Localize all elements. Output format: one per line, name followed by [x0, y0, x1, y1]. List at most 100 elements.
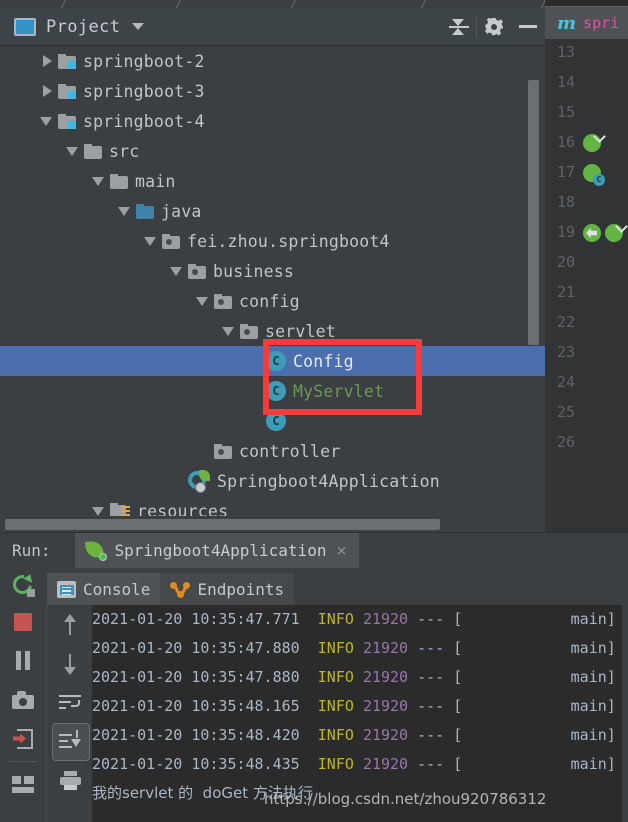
chevron-down-icon[interactable] — [92, 174, 106, 188]
tree-row[interactable]: controller — [0, 436, 545, 466]
run-gutter-icon[interactable] — [605, 220, 628, 244]
editor-area: m spri 13 14 15 16 17 C 18 19 20 21 22 23 24 25 26 — [545, 0, 628, 532]
collapse-all-button[interactable] — [442, 8, 476, 45]
endpoints-icon — [170, 581, 191, 598]
soft-wrap-button[interactable] — [47, 683, 93, 722]
tree-row[interactable]: C MyServlet — [0, 376, 545, 406]
close-icon[interactable]: × — [336, 541, 346, 561]
run-tabs: Console Endpoints — [47, 573, 295, 605]
chevron-right-icon[interactable] — [40, 54, 54, 68]
gutter-line: 24 — [545, 369, 628, 399]
tab-endpoints[interactable]: Endpoints — [160, 573, 295, 605]
log-bracket: [ — [453, 726, 463, 744]
spring-app-icon — [188, 470, 210, 493]
chevron-down-icon[interactable] — [144, 234, 158, 248]
tree-row-label: MyServlet — [293, 381, 385, 401]
chevron-down-icon[interactable] — [118, 204, 132, 218]
console-log-line: 2021-01-20 10:35:48.420 INFO 21920 --- [… — [92, 721, 628, 750]
gutter-line: 17 C — [545, 159, 628, 189]
rerun-button[interactable] — [0, 568, 46, 602]
gutter-line: 15 — [545, 99, 628, 129]
log-pid: 21920 — [362, 726, 409, 744]
module-folder-icon — [58, 83, 76, 99]
tab-console[interactable]: Console — [47, 573, 161, 605]
line-number: 23 — [556, 343, 575, 361]
chevron-down-icon[interactable] — [66, 144, 80, 158]
tree-row[interactable]: springboot-2 — [0, 46, 545, 76]
tree-row[interactable]: java — [0, 196, 545, 226]
hide-button[interactable] — [511, 8, 545, 45]
log-separator: --- — [417, 697, 445, 715]
line-number: 21 — [556, 283, 575, 301]
tree-row-label: business — [213, 261, 295, 281]
project-tree[interactable]: springboot-2 springboot-3 springboot-4 src m… — [0, 46, 545, 516]
chevron-right-icon[interactable] — [40, 84, 54, 98]
line-number: 15 — [556, 103, 575, 121]
tree-row[interactable]: business — [0, 256, 545, 286]
tree-row[interactable]: C Config — [0, 346, 545, 376]
screenshot-button[interactable] — [0, 680, 46, 719]
java-class-icon: C — [266, 411, 286, 431]
log-timestamp: 2021-01-20 10:35:47.880 — [92, 639, 300, 657]
tree-row[interactable]: springboot-3 — [0, 76, 545, 106]
log-level: INFO — [317, 668, 354, 686]
tree-row[interactable]: servlet — [0, 316, 545, 346]
log-thread: main] — [570, 610, 616, 628]
editor-tab[interactable]: m spri — [545, 6, 628, 39]
editor-gutter[interactable]: 13 14 15 16 17 C 18 19 20 21 22 23 24 25 26 — [545, 39, 628, 532]
log-thread: main] — [570, 668, 616, 686]
project-tree-vertical-scrollbar[interactable] — [528, 80, 539, 345]
tree-row-label: resources — [137, 501, 229, 517]
log-pid: 21920 — [362, 610, 409, 628]
log-level: INFO — [317, 697, 354, 715]
gutter-line: 18 — [545, 189, 628, 219]
chevron-down-icon[interactable] — [92, 504, 106, 516]
tree-row[interactable]: src — [0, 136, 545, 166]
chevron-down-icon[interactable] — [222, 324, 236, 338]
tree-row[interactable]: resources — [0, 496, 545, 516]
gutter-line: 25 — [545, 399, 628, 429]
console-log-line: 2021-01-20 10:35:47.771 INFO 21920 --- [… — [92, 605, 628, 634]
tree-row[interactable]: springboot-4 — [0, 106, 545, 136]
project-tree-horizontal-scrollbar[interactable] — [5, 519, 440, 530]
chevron-down-icon[interactable] — [40, 114, 54, 128]
console-icon — [57, 580, 76, 598]
tree-row-label: Springboot4Application — [217, 471, 440, 491]
tree-row-label: src — [109, 141, 140, 161]
log-separator: --- — [417, 726, 445, 744]
prev-occurrence-button[interactable] — [47, 605, 93, 644]
pause-button[interactable] — [0, 641, 46, 680]
scroll-to-end-button[interactable] — [47, 722, 93, 761]
console-log-line: 2021-01-20 10:35:47.880 INFO 21920 --- [… — [92, 663, 628, 692]
gutter-line: 14 — [545, 69, 628, 99]
tree-row[interactable]: main — [0, 166, 545, 196]
bean-gutter-icon[interactable]: C — [583, 164, 605, 186]
package-icon — [214, 293, 232, 309]
tree-row[interactable]: fei.zhou.springboot4 — [0, 226, 545, 256]
tree-row[interactable]: config — [0, 286, 545, 316]
chevron-down-icon[interactable] — [196, 294, 210, 308]
gutter-line: 20 — [545, 249, 628, 279]
console-vertical-scrollbar[interactable] — [622, 605, 628, 822]
tree-row[interactable]: C — [0, 406, 545, 436]
window-top-strip: / / / / / — [0, 0, 628, 11]
log-thread: main] — [570, 726, 616, 744]
exit-button[interactable] — [0, 719, 46, 758]
tree-row[interactable]: Springboot4Application — [0, 466, 545, 496]
chevron-down-icon[interactable] — [170, 264, 184, 278]
override-gutter-icon[interactable] — [583, 224, 603, 244]
arrow-up-icon — [62, 613, 78, 636]
source-folder-icon — [136, 203, 154, 219]
run-configuration-tab[interactable]: Springboot4Application × — [74, 533, 359, 568]
next-occurrence-button[interactable] — [47, 644, 93, 683]
console-log-line: 2021-01-20 10:35:48.165 INFO 21920 --- [… — [92, 692, 628, 721]
chevron-down-icon[interactable] — [132, 23, 145, 30]
layout-icon — [12, 776, 34, 793]
settings-button[interactable] — [477, 8, 511, 45]
run-gutter-icon[interactable] — [583, 130, 606, 154]
stop-button[interactable] — [0, 602, 46, 641]
print-button[interactable] — [47, 761, 93, 800]
layout-button[interactable] — [0, 765, 46, 804]
package-icon — [240, 323, 258, 339]
